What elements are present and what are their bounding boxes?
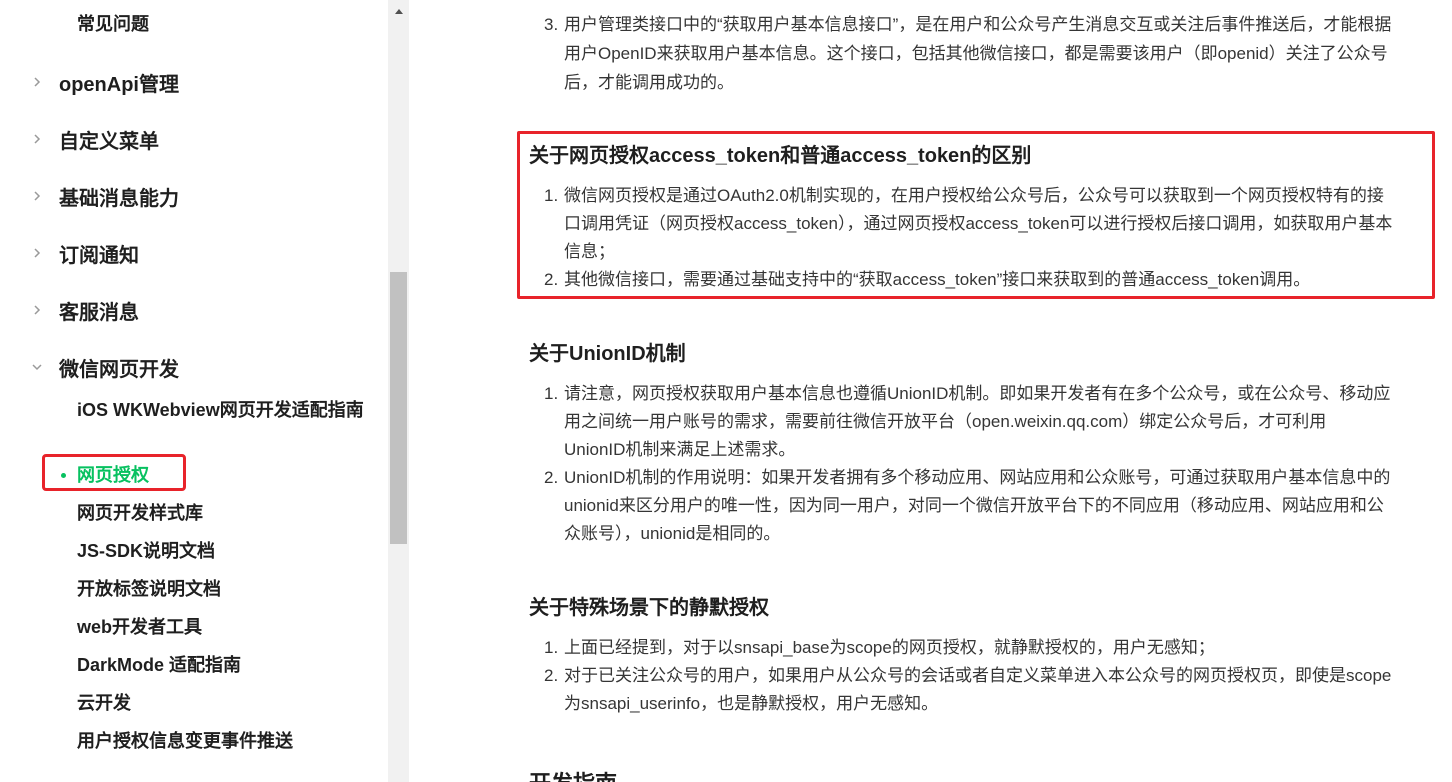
- sidebar-scrollbar[interactable]: [388, 0, 409, 782]
- sidebar-group-subscribe-notice[interactable]: 订阅通知: [0, 233, 388, 273]
- section-heading-dev-guide: 开发指南: [529, 766, 617, 782]
- list-number: 1.: [544, 384, 559, 403]
- list-item-line: 对于已关注公众号的用户，如果用户从公众号的会话或者自定义菜单进入本公众号的网页授…: [564, 666, 1392, 685]
- list-number: 3.: [544, 15, 559, 34]
- list-item-line: 上面已经提到，对于以snsapi_base为scope的网页授权，就静默授权的，…: [564, 638, 1215, 657]
- section-heading-token-diff: 关于网页授权access_token和普通access_token的区别: [529, 145, 1032, 167]
- scroll-up-arrow-icon[interactable]: [388, 0, 409, 21]
- list-item-line: 信息；: [564, 242, 615, 261]
- list-item-line: 口调用凭证（网页授权access_token），通过网页授权access_tok…: [564, 214, 1393, 233]
- list-item-line: 其他微信接口，需要通过基础支持中的“获取access_token”接口来获取到的…: [564, 270, 1311, 289]
- list-item-line: 用户管理类接口中的“获取用户基本信息接口”，是在用户和公众号产生消息交互或关注后…: [564, 15, 1392, 34]
- list-item-line: 请注意，网页授权获取用户基本信息也遵循UnionID机制。即如果开发者有在多个公…: [564, 384, 1391, 403]
- list-item-line: 微信网页授权是通过OAuth2.0机制实现的，在用户授权给公众号后，公众号可以获…: [564, 186, 1384, 205]
- sidebar-group-basic-message[interactable]: 基础消息能力: [0, 176, 388, 216]
- sidebar-group-custom-menu[interactable]: 自定义菜单: [0, 119, 388, 159]
- list-item-line: 用之间统一用户账号的需求，需要前往微信开放平台（open.weixin.qq.c…: [564, 412, 1327, 431]
- sidebar-item-open-tag[interactable]: 开放标签说明文档: [77, 575, 221, 603]
- sidebar-group-label: 自定义菜单: [59, 130, 159, 153]
- chevron-down-icon: [30, 360, 44, 374]
- sidebar-item-auth-change-push[interactable]: 用户授权信息变更事件推送: [77, 727, 293, 755]
- sidebar-group-label: 订阅通知: [59, 244, 139, 267]
- list-item-line: UnionID机制来满足上述需求。: [564, 440, 796, 459]
- section-heading-unionid: 关于UnionID机制: [529, 343, 686, 365]
- sidebar-group-web-dev[interactable]: 微信网页开发: [0, 347, 388, 387]
- sidebar-group-openapi[interactable]: openApi管理: [0, 62, 388, 102]
- sidebar-item-jssdk[interactable]: JS-SDK说明文档: [77, 537, 215, 565]
- list-number: 1.: [544, 186, 559, 205]
- list-item-line: unionid来区分用户的唯一性，因为同一用户，对同一个微信开放平台下的不同应用…: [564, 496, 1384, 515]
- list-item-line: 用户OpenID来获取用户基本信息。这个接口，包括其他微信接口，都是需要该用户（…: [564, 44, 1388, 63]
- sidebar-group-label: 基础消息能力: [59, 187, 179, 210]
- chevron-right-icon: [30, 189, 44, 203]
- active-dot-icon: [61, 473, 66, 478]
- sidebar-group-label: 客服消息: [59, 301, 139, 324]
- chevron-right-icon: [30, 75, 44, 89]
- main-content: 3. 用户管理类接口中的“获取用户基本信息接口”，是在用户和公众号产生消息交互或…: [409, 0, 1452, 782]
- sidebar-item-cloud-dev[interactable]: 云开发: [77, 689, 131, 717]
- section-heading-silent-auth: 关于特殊场景下的静默授权: [529, 597, 769, 619]
- sidebar-group-label: openApi管理: [59, 73, 179, 96]
- list-number: 2.: [544, 468, 559, 487]
- list-number: 2.: [544, 666, 559, 685]
- chevron-right-icon: [30, 246, 44, 260]
- sidebar-item-web-auth[interactable]: 网页授权: [77, 461, 149, 489]
- chevron-right-icon: [30, 132, 44, 146]
- sidebar-item-ios-wkwebview[interactable]: iOS WKWebview网页开发适配指南: [77, 396, 367, 424]
- sidebar-item-style-lib[interactable]: 网页开发样式库: [77, 499, 203, 527]
- sidebar-item-darkmode[interactable]: DarkMode 适配指南: [77, 651, 241, 679]
- list-item-line: 众账号），unionid是相同的。: [564, 524, 781, 543]
- list-item-line: 为snsapi_userinfo，也是静默授权，用户无感知。: [564, 694, 939, 713]
- list-item-line: UnionID机制的作用说明：如果开发者拥有多个移动应用、网站应用和公众账号，可…: [564, 468, 1391, 487]
- sidebar-group-label: 微信网页开发: [59, 358, 179, 381]
- chevron-right-icon: [30, 303, 44, 317]
- list-number: 2.: [544, 270, 559, 289]
- sidebar-nav: 常见问题 openApi管理 自定义菜单 基础消息能力 订阅通知 客服消息 微信…: [0, 0, 388, 782]
- scrollbar-thumb[interactable]: [390, 272, 407, 544]
- sidebar-group-customer-service[interactable]: 客服消息: [0, 290, 388, 330]
- sidebar-item-faq[interactable]: 常见问题: [77, 10, 149, 36]
- list-item-line: 后，才能调用成功的。: [564, 73, 734, 92]
- list-number: 1.: [544, 638, 559, 657]
- sidebar-item-web-devtools[interactable]: web开发者工具: [77, 613, 202, 641]
